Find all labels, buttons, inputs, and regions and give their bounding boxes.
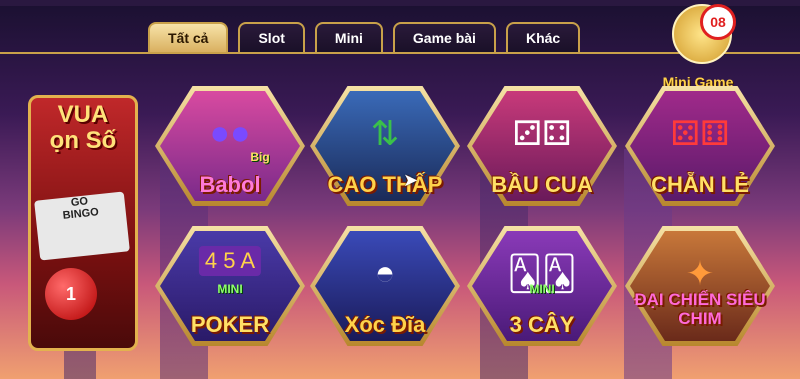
- dice-icon: ⚄⚅: [670, 115, 730, 153]
- tab-other[interactable]: Khác: [505, 22, 581, 52]
- banner-title: VUA ọn Số: [31, 102, 135, 154]
- bird-icon: ✦: [685, 255, 715, 293]
- game-tile-babol[interactable]: ●● Big Babol: [155, 86, 305, 206]
- game-tile-mini-3-cay[interactable]: 🂡🂡 MINI 3 CÂY: [467, 226, 617, 346]
- game-tile-cao-thap[interactable]: ⇅ CAO THẤP: [310, 86, 460, 206]
- mini-label: MINI: [217, 282, 243, 296]
- banner-title-line1: VUA: [57, 101, 109, 128]
- game-name: Xóc Đĩa: [344, 312, 426, 337]
- game-tile-mini-poker[interactable]: 4 5 A MINI POKER: [155, 226, 305, 346]
- bingo-card: GO BINGO: [34, 191, 130, 261]
- mini-game-button[interactable]: 08 Mini Game: [650, 4, 746, 96]
- game-name: POKER: [190, 312, 270, 337]
- game-tile-chan-le[interactable]: ⚄⚅ CHẴN LẺ: [625, 86, 775, 206]
- tab-all[interactable]: Tất cả: [148, 22, 229, 52]
- lottery-ball-number: 1: [65, 283, 76, 304]
- tab-slot[interactable]: Slot: [238, 22, 305, 52]
- slot-reel: 4 5 A: [198, 246, 262, 276]
- mini-label: MINI: [529, 282, 555, 296]
- bingo-promo-banner[interactable]: VUA ọn Số GO BINGO 1: [28, 95, 138, 351]
- babol-big-badge: Big: [250, 150, 270, 164]
- bubble-icon: ●●: [209, 114, 251, 152]
- bowl-icon: ◓: [374, 254, 396, 292]
- up-down-arrow-icon: ⇅: [370, 115, 400, 153]
- game-tile-xoc-dia[interactable]: ◓ Xóc Đĩa: [310, 226, 460, 346]
- dice-icon: ⚂⚃: [512, 115, 572, 153]
- game-tile-dai-chien-sieu-chim[interactable]: ✦ ĐẠI CHIẾN SIÊU CHIM: [625, 226, 775, 346]
- game-name: Babol: [199, 172, 261, 197]
- game-name: 3 CÂY: [509, 312, 575, 337]
- game-tile-bau-cua[interactable]: ⚂⚃ BẦU CUA: [467, 86, 617, 206]
- game-name: CHẴN LẺ: [651, 172, 749, 197]
- game-name: ĐẠI CHIẾN SIÊU CHIM: [634, 290, 766, 328]
- category-tabs: Tất cả Slot Mini Game bài Khác: [148, 22, 581, 52]
- mini-game-count-badge: 08: [700, 4, 736, 40]
- game-name: CAO THẤP: [327, 172, 443, 197]
- mouse-cursor-icon: ➤: [403, 170, 419, 190]
- game-name: BẦU CUA: [491, 172, 593, 197]
- lottery-ball: 1: [45, 268, 97, 320]
- tab-card-games[interactable]: Game bài: [392, 22, 496, 52]
- tab-mini[interactable]: Mini: [314, 22, 383, 52]
- banner-title-line2: ọn Số: [49, 127, 117, 154]
